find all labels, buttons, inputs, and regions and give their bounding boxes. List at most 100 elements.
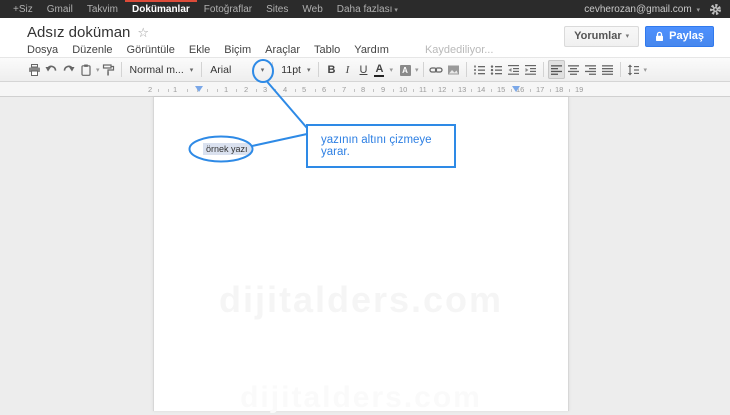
ruler-number: 14	[475, 85, 487, 94]
styles-value: Normal m...	[130, 64, 184, 76]
chevron-down-icon[interactable]: ▾	[389, 66, 393, 74]
topbar-item-gmail[interactable]: Gmail	[40, 0, 80, 18]
save-status: Kaydediliyor...	[425, 44, 493, 56]
highlight-button[interactable]: A	[397, 64, 413, 76]
chevron-down-icon[interactable]: ▾	[96, 66, 100, 74]
toolbar-separator	[121, 62, 122, 77]
chevron-down-icon[interactable]: ▾	[644, 66, 648, 74]
ruler-number: 7	[340, 85, 348, 94]
menu-araclar[interactable]: Araçlar	[265, 44, 300, 56]
undo-icon[interactable]	[43, 60, 60, 79]
bold-button[interactable]: B	[323, 64, 339, 76]
ruler-tick	[452, 89, 453, 92]
ruler-number: 13	[456, 85, 468, 94]
ruler-tick	[530, 89, 531, 92]
highlight-icon: A	[400, 65, 411, 76]
font-dropdown[interactable]: Arial ▾	[206, 64, 268, 76]
ruler-number: 6	[320, 85, 328, 94]
text-color-icon: A	[374, 64, 384, 77]
ruler-tick	[168, 89, 169, 92]
paint-format-icon[interactable]	[100, 60, 117, 79]
chevron-down-icon: ▾	[696, 7, 700, 14]
sample-selected-text[interactable]: örnek yazı	[203, 143, 251, 155]
topbar-item-dokumanlar[interactable]: Dokümanlar	[125, 0, 197, 18]
numbered-list-icon[interactable]	[471, 60, 488, 79]
menu-bicim[interactable]: Biçim	[224, 44, 251, 56]
chevron-down-icon: ▾	[190, 66, 194, 74]
ruler-tick	[432, 89, 433, 92]
ruler-tick	[236, 89, 237, 92]
ruler-indent-marker[interactable]	[195, 86, 203, 92]
ruler-tick	[295, 89, 296, 92]
gear-icon[interactable]	[709, 3, 722, 16]
bullet-list-icon[interactable]	[488, 60, 505, 79]
menu-yardim[interactable]: Yardım	[354, 44, 389, 56]
menu-duzenle[interactable]: Düzenle	[72, 44, 112, 56]
ruler-number: 5	[300, 85, 308, 94]
chevron-down-icon: ▾	[307, 66, 311, 74]
doc-title[interactable]: Adsız doküman	[27, 24, 130, 41]
ruler-number: 2	[242, 85, 250, 94]
menu-tablo[interactable]: Tablo	[314, 44, 340, 56]
menu-goruntule[interactable]: Görüntüle	[127, 44, 175, 56]
share-button[interactable]: Paylaş	[645, 26, 714, 47]
ruler-tick	[471, 89, 472, 92]
topbar-item-sites[interactable]: Sites	[259, 0, 295, 18]
ruler-number: 2	[146, 85, 154, 94]
align-justify-icon[interactable]	[599, 60, 616, 79]
ruler-tick	[569, 89, 570, 92]
ruler-number: 3	[261, 85, 269, 94]
underline-button[interactable]: U	[355, 64, 371, 76]
ruler-number: 1	[222, 85, 230, 94]
ruler-tick	[158, 89, 159, 92]
topbar-item-takvim[interactable]: Takvim	[80, 0, 125, 18]
ruler-indent-marker[interactable]	[512, 86, 520, 92]
topbar-item-fotograflar[interactable]: Fotoğraflar	[197, 0, 259, 18]
lock-icon	[655, 31, 664, 42]
ruler-tick	[334, 89, 335, 92]
align-left-icon[interactable]	[548, 60, 565, 79]
clipboard-icon[interactable]	[77, 60, 94, 79]
link-icon[interactable]	[428, 60, 445, 79]
line-spacing-icon[interactable]	[625, 60, 642, 79]
ruler-number: 10	[397, 85, 409, 94]
formatting-toolbar: ▾ Normal m... ▾ Arial ▾ 11pt ▾ B I U A ▾…	[0, 57, 730, 82]
comments-button[interactable]: Yorumlar ▾	[564, 26, 639, 47]
account-menu[interactable]: cevherozan@gmail.com ▾	[584, 4, 700, 15]
topbar-item-web[interactable]: Web	[295, 0, 329, 18]
ruler-tick	[393, 89, 394, 92]
italic-button[interactable]: I	[339, 64, 355, 76]
align-center-icon[interactable]	[565, 60, 582, 79]
document-workspace: dijitalders.com dijitalders.com örnek ya…	[0, 97, 730, 411]
topbar-item-more[interactable]: Daha fazlası▾	[330, 0, 405, 18]
ruler-tick	[373, 89, 374, 92]
ruler-number: 11	[417, 85, 429, 94]
text-color-button[interactable]: A	[371, 63, 387, 77]
print-icon[interactable]	[26, 60, 43, 79]
toolbar-separator	[201, 62, 202, 77]
ruler-tick	[275, 89, 276, 92]
toolbar-separator	[318, 62, 319, 77]
ruler-number: 1	[171, 85, 179, 94]
share-label: Paylaş	[669, 27, 704, 46]
toolbar-separator	[543, 62, 544, 77]
topbar-item-plus-siz[interactable]: +Siz	[6, 0, 40, 18]
comments-label: Yorumlar	[574, 27, 621, 46]
align-right-icon[interactable]	[582, 60, 599, 79]
ruler: 2112345678910111213141516171819	[0, 82, 730, 97]
chevron-down-icon[interactable]: ▾	[415, 66, 419, 74]
menu-dosya[interactable]: Dosya	[27, 44, 58, 56]
redo-icon[interactable]	[60, 60, 77, 79]
indent-icon[interactable]	[522, 60, 539, 79]
image-icon[interactable]	[445, 60, 462, 79]
ruler-number: 15	[495, 85, 507, 94]
toolbar-separator	[423, 62, 424, 77]
styles-dropdown[interactable]: Normal m... ▾	[126, 64, 198, 76]
star-icon[interactable]: ☆	[137, 25, 149, 41]
ruler-tick	[413, 89, 414, 92]
doc-header: Adsız doküman ☆ Dosya Düzenle Görüntüle …	[0, 18, 730, 57]
menu-ekle[interactable]: Ekle	[189, 44, 210, 56]
font-size-dropdown[interactable]: 11pt ▾	[277, 64, 314, 76]
outdent-icon[interactable]	[505, 60, 522, 79]
google-topbar: +Siz Gmail Takvim Dokümanlar Fotoğraflar…	[0, 0, 730, 18]
